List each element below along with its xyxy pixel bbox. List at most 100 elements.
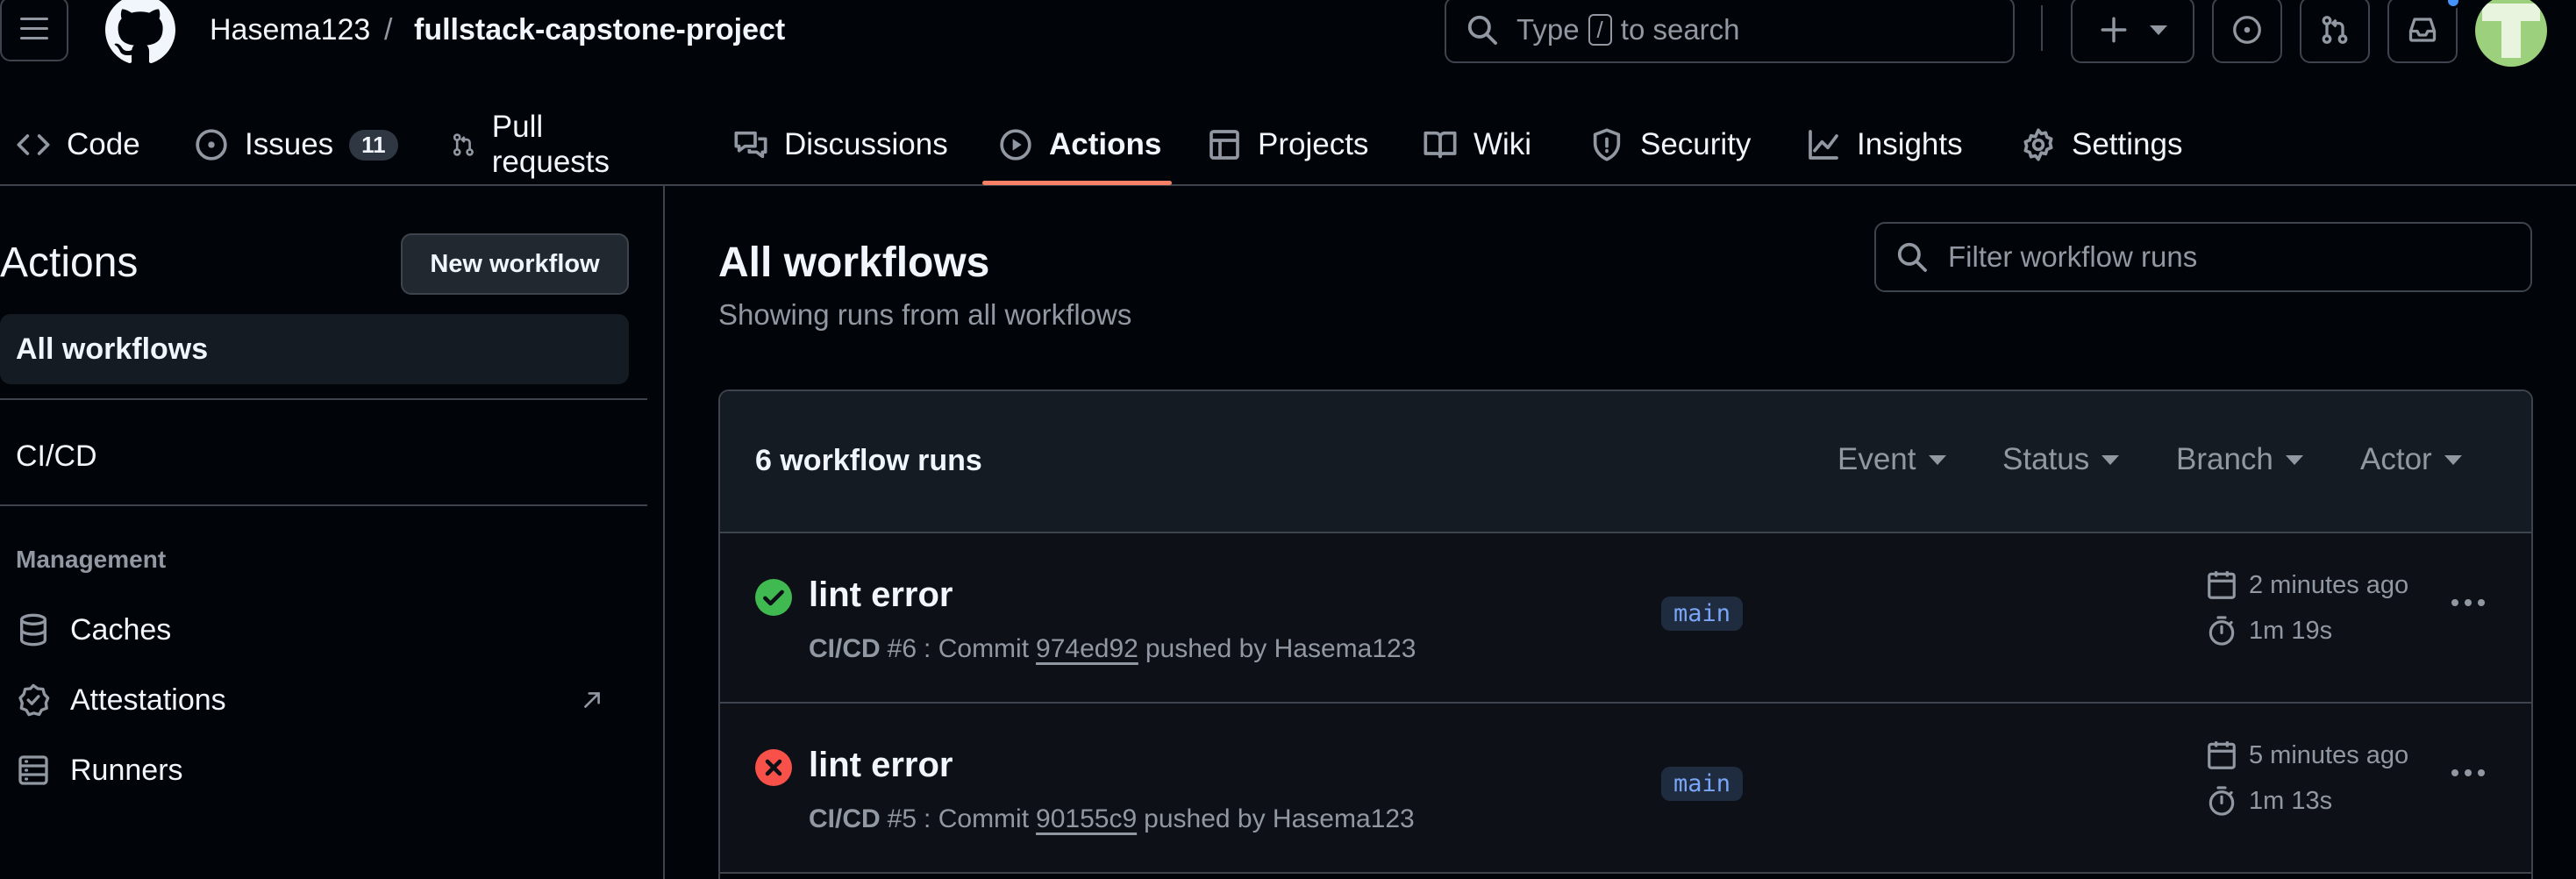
sidebar-separator <box>663 186 665 879</box>
tab-discussions-label: Discussions <box>784 127 948 161</box>
create-new-button[interactable] <box>2071 0 2194 63</box>
hamburger-icon <box>20 18 48 39</box>
tab-discussions[interactable]: Discussions <box>733 104 948 186</box>
book-icon <box>1424 131 1457 159</box>
actor-filter[interactable]: Actor <box>2360 442 2462 477</box>
table-icon <box>1210 130 1239 160</box>
actor-filter-label: Actor <box>2360 442 2432 476</box>
active-tab-indicator <box>982 181 1172 185</box>
search-input[interactable]: Type / to search <box>1445 0 2015 63</box>
run-workflow: CI/CD <box>809 804 881 833</box>
page-title: All workflows <box>718 239 990 286</box>
runs-count: 6 workflow runs <box>755 444 982 477</box>
kebab-horizontal-icon[interactable] <box>2451 769 2485 776</box>
database-icon <box>20 613 46 647</box>
sidebar-item-caches[interactable]: Caches <box>0 604 629 656</box>
tab-settings[interactable]: Settings <box>2021 104 2182 186</box>
sidebar-item-attestations[interactable]: Attestations <box>0 674 629 726</box>
commit-sha-link[interactable]: 90155c9 <box>1036 804 1137 834</box>
breadcrumb-separator: / <box>384 13 393 46</box>
run-title[interactable]: lint error <box>809 746 953 785</box>
run-ago: 2 minutes ago <box>2249 570 2409 599</box>
avatar[interactable] <box>2475 0 2547 67</box>
tab-projects-label: Projects <box>1258 127 1369 161</box>
issues-button[interactable] <box>2212 0 2282 63</box>
tab-actions[interactable]: Actions <box>998 104 1161 186</box>
code-icon <box>17 134 50 155</box>
header-divider <box>2041 5 2043 51</box>
sidebar-title: Actions <box>0 239 139 286</box>
run-meta: CI/CD #5 : Commit 90155c9 pushed by Hase… <box>809 804 1415 834</box>
run-number: #6 <box>887 634 917 663</box>
status-filter-label: Status <box>2002 442 2090 476</box>
runs-list-header: 6 workflow runs Event Status Branch Acto… <box>720 391 2531 533</box>
github-logo[interactable] <box>103 0 177 65</box>
tab-issues[interactable]: Issues 11 <box>194 104 398 186</box>
sidebar-item-cicd[interactable]: CI/CD <box>0 421 629 491</box>
branch-label[interactable]: main <box>1661 767 1744 801</box>
calendar-icon <box>2208 571 2236 599</box>
inbox-button[interactable] <box>2387 0 2461 63</box>
run-timestamp: 2 minutes ago <box>2205 568 2408 602</box>
link-external-icon <box>584 692 600 708</box>
list-item[interactable]: lint error CI/CD #6 : Commit 974ed92 pus… <box>720 533 2531 704</box>
tab-projects[interactable]: Projects <box>1207 104 1368 186</box>
github-mark-icon <box>105 0 175 64</box>
run-duration: 1m 19s <box>2205 614 2332 647</box>
issues-count-badge: 11 <box>349 129 398 161</box>
branch-label[interactable]: main <box>1661 597 1744 631</box>
run-commit-label: : Commit <box>924 804 1030 833</box>
tab-pull-requests-label: Pull requests <box>491 110 610 179</box>
tab-wiki[interactable]: Wiki <box>1423 104 1531 186</box>
git-pull-request-icon <box>2322 16 2348 44</box>
search-shortcut-key: / <box>1588 14 1612 46</box>
tab-pull-requests[interactable]: Pull requests <box>451 104 619 186</box>
avatar-identicon <box>2482 4 2540 58</box>
filter-workflow-runs[interactable] <box>1874 222 2532 292</box>
run-number: #5 <box>887 804 917 833</box>
search-suffix: to search <box>1620 13 1740 46</box>
event-filter-label: Event <box>1837 442 1916 476</box>
tab-settings-label: Settings <box>2072 127 2183 161</box>
kebab-horizontal-icon[interactable] <box>2451 599 2485 606</box>
search-prefix: Type <box>1516 13 1580 46</box>
shield-icon <box>1593 128 1621 161</box>
list-item[interactable]: lint error CI/CD #5 : Commit 90155c9 pus… <box>720 704 2531 874</box>
search-icon <box>1467 15 1497 45</box>
run-duration: 1m 13s <box>2205 784 2332 818</box>
new-workflow-button[interactable]: New workflow <box>401 233 629 295</box>
tab-security[interactable]: Security <box>1589 104 1751 186</box>
issue-opened-icon <box>2233 16 2261 44</box>
global-header: Hasema123 / fullstack-capstone-project T… <box>0 0 2576 186</box>
commit-sha-link[interactable]: 974ed92 <box>1036 634 1138 664</box>
tab-code-label: Code <box>67 127 140 161</box>
branch-filter[interactable]: Branch <box>2176 442 2303 477</box>
run-duration-value: 1m 13s <box>2249 786 2333 815</box>
run-timestamp: 5 minutes ago <box>2205 739 2408 772</box>
filter-input[interactable] <box>1948 240 2492 274</box>
sidebar-item-all-workflows[interactable]: All workflows <box>0 314 629 384</box>
sidebar-item-runners[interactable]: Runners <box>0 744 629 797</box>
gear-icon <box>2023 128 2053 161</box>
tab-insights[interactable]: Insights <box>1806 104 1963 186</box>
plus-icon <box>2101 17 2126 43</box>
check-circle-fill-icon <box>755 579 792 616</box>
event-filter[interactable]: Event <box>1837 442 1946 477</box>
tab-actions-label: Actions <box>1049 127 1162 161</box>
run-workflow: CI/CD <box>809 634 881 663</box>
pull-requests-button[interactable] <box>2300 0 2370 63</box>
tab-wiki-label: Wiki <box>1474 127 1532 161</box>
sidebar-divider <box>0 398 647 400</box>
tab-issues-label: Issues <box>245 127 334 161</box>
triangle-down-icon <box>1928 454 1946 465</box>
repo-link[interactable]: fullstack-capstone-project <box>414 12 785 47</box>
management-heading: Management <box>16 546 167 573</box>
tab-code[interactable]: Code <box>16 104 140 186</box>
status-filter[interactable]: Status <box>2002 442 2120 477</box>
sidebar-item-label: All workflows <box>16 332 209 366</box>
run-title[interactable]: lint error <box>809 575 953 615</box>
triangle-down-icon <box>2149 25 2167 35</box>
menu-button[interactable] <box>0 0 68 61</box>
owner-link[interactable]: Hasema123 <box>210 12 370 47</box>
sidebar-divider <box>0 504 647 506</box>
